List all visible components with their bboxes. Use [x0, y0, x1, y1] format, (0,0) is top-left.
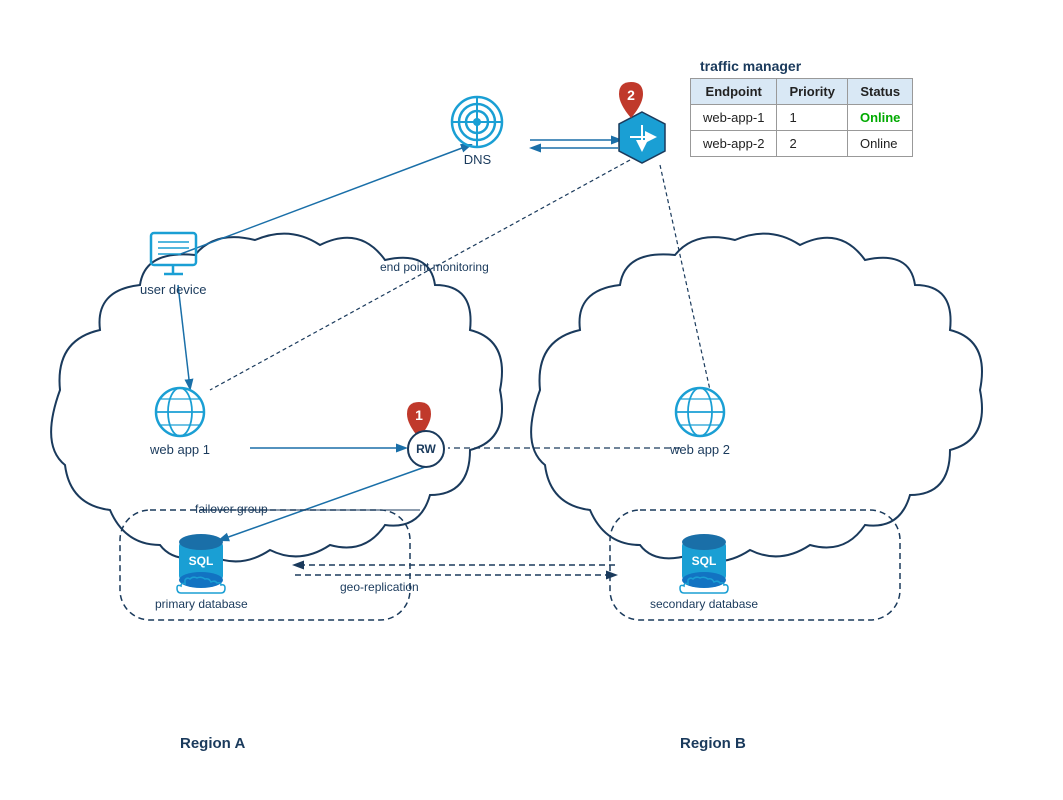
region-a-label: Region A [180, 735, 245, 752]
endpoint-1: web-app-1 [691, 105, 777, 131]
secondary-sql-icon: SQL secondary database [650, 530, 758, 609]
region-b-label: Region B [680, 735, 746, 752]
badge-2: 2 [615, 80, 647, 125]
failover-label: failover group [195, 502, 268, 516]
web-app-2-icon: web app 2 [670, 385, 730, 455]
primary-sql-icon: SQL primary database [155, 530, 248, 609]
geo-replication-label: geo-replication [340, 580, 419, 594]
table-row: web-app-2 2 Online [691, 131, 913, 157]
status-1: Online [847, 105, 912, 131]
svg-text:SQL: SQL [189, 554, 214, 568]
col-status: Status [847, 79, 912, 105]
priority-1: 1 [777, 105, 848, 131]
table-row: web-app-1 1 Online [691, 105, 913, 131]
col-endpoint: Endpoint [691, 79, 777, 105]
svg-text:SQL: SQL [692, 554, 717, 568]
svg-text:2: 2 [627, 87, 635, 103]
endpoint-monitoring-label: end point monitoring [380, 260, 489, 274]
web-app-1-icon: web app 1 [150, 385, 210, 455]
endpoint-2: web-app-2 [691, 131, 777, 157]
diagram: DNS 2 traffic manager Endpoint P [0, 0, 1063, 800]
traffic-manager-title: traffic manager [700, 58, 801, 74]
status-2: Online [847, 131, 912, 157]
svg-text:1: 1 [415, 407, 423, 423]
traffic-manager-table: Endpoint Priority Status web-app-1 1 Onl… [690, 78, 913, 157]
priority-2: 2 [777, 131, 848, 157]
col-priority: Priority [777, 79, 848, 105]
dns-icon: DNS [450, 95, 505, 165]
rw-circle: RW [407, 430, 445, 468]
user-device-icon: user device [140, 230, 206, 295]
